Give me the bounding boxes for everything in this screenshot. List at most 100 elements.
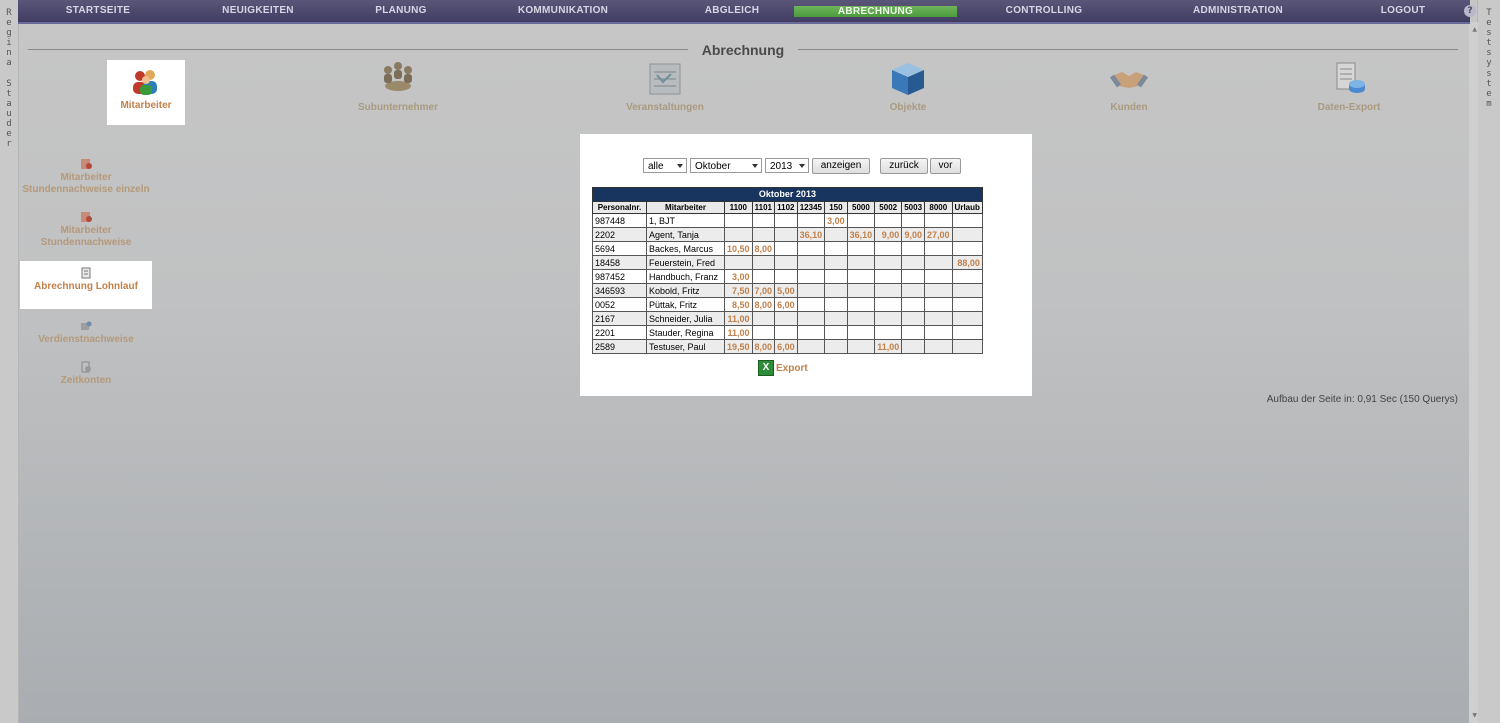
rail-letter: e — [1486, 88, 1492, 99]
rail-letter — [0, 69, 18, 79]
module-label: Objekte — [889, 102, 927, 113]
employee-name-cell: Schneider, Julia — [646, 311, 725, 326]
hours-cell — [951, 283, 983, 298]
hours-cell[interactable]: 11,00 — [874, 339, 903, 354]
hours-cell[interactable]: 8,50 — [724, 297, 753, 312]
module-objekte[interactable]: Objekte — [833, 60, 983, 113]
table-row: 2589 Testuser, Paul 19,50 8,00 6,00 11,00 — [592, 339, 983, 354]
rail-letter: e — [1486, 18, 1492, 29]
nav-startseite[interactable]: STARTSEITE — [38, 0, 158, 22]
hours-cell — [824, 283, 848, 298]
column-header[interactable]: 1100 — [724, 201, 753, 214]
subnav-mitarbeiter-stundennachweise-einzeln[interactable]: Mitarbeiter Stundennachweise einzeln — [20, 155, 152, 200]
hours-cell[interactable]: 3,00 — [824, 213, 848, 228]
hours-cell[interactable]: 88,00 — [951, 255, 983, 270]
month-select[interactable]: Oktober — [690, 158, 762, 173]
nav-abrechnung[interactable]: ABRECHNUNG — [794, 6, 957, 17]
hours-cell[interactable]: 10,50 — [724, 241, 753, 256]
module-daten-export[interactable]: Daten-Export — [1274, 60, 1424, 113]
hours-cell — [874, 269, 903, 284]
column-header[interactable]: 1101 — [751, 201, 776, 214]
hours-cell — [951, 241, 983, 256]
month-select-value: Oktober — [695, 161, 731, 172]
hours-cell — [924, 297, 953, 312]
group-select[interactable]: alle — [643, 158, 687, 173]
column-header[interactable]: 150 — [824, 201, 848, 214]
module-veranstaltungen[interactable]: Veranstaltungen — [590, 60, 740, 113]
rail-letter: i — [6, 38, 12, 49]
column-header[interactable]: 5000 — [846, 201, 876, 214]
module-label: Mitarbeiter — [120, 100, 172, 111]
rail-letter: T — [1486, 8, 1492, 18]
hours-cell — [874, 325, 903, 340]
hours-cell[interactable]: 7,00 — [751, 283, 776, 298]
nav-logout[interactable]: LOGOUT — [1353, 0, 1453, 22]
table-row: 346593 Kobold, Fritz 7,50 7,00 5,00 — [592, 283, 983, 298]
module-subunternehmer[interactable]: Subunternehmer — [323, 60, 473, 113]
column-header[interactable]: Mitarbeiter — [646, 201, 725, 214]
hours-cell — [846, 269, 876, 284]
scroll-down-icon[interactable]: ▼ — [1472, 712, 1477, 719]
hours-cell[interactable]: 9,00 — [874, 227, 903, 242]
column-header[interactable]: Urlaub — [951, 201, 983, 214]
hours-cell — [846, 213, 876, 228]
subnav-verdienstnachweise[interactable]: Verdienstnachweise — [20, 317, 152, 350]
employee-name-cell: Handbuch, Franz — [646, 269, 725, 284]
subnav-zeitkonten[interactable]: Zeitkonten — [20, 358, 152, 391]
vertical-scrollbar[interactable] — [1469, 22, 1478, 723]
column-header[interactable]: 1102 — [774, 201, 798, 214]
hours-cell[interactable]: 11,00 — [724, 311, 753, 326]
column-header[interactable]: 8000 — [924, 201, 953, 214]
hours-cell — [846, 241, 876, 256]
nav-planung[interactable]: PLANUNG — [341, 0, 461, 22]
info-icon[interactable]: ? — [1464, 5, 1476, 17]
nav-neuigkeiten[interactable]: NEUIGKEITEN — [198, 0, 318, 22]
hours-cell — [951, 269, 983, 284]
column-header[interactable]: 5002 — [874, 201, 903, 214]
hours-cell[interactable]: 8,00 — [751, 297, 776, 312]
hours-cell[interactable]: 8,00 — [751, 339, 776, 354]
hours-cell[interactable]: 3,00 — [724, 269, 753, 284]
employee-name-cell: Testuser, Paul — [646, 339, 725, 354]
hours-cell[interactable]: 9,00 — [901, 227, 926, 242]
nav-abgleich[interactable]: ABGLEICH — [672, 0, 792, 22]
subnav-mitarbeiter-stundennachweise[interactable]: Mitarbeiter Stundennachweise — [20, 208, 152, 253]
hours-cell — [874, 241, 903, 256]
scroll-up-icon[interactable]: ▲ — [1472, 26, 1477, 33]
hours-cell — [924, 269, 953, 284]
module-kunden[interactable]: Kunden — [1054, 60, 1204, 113]
column-header[interactable]: 12345 — [796, 201, 826, 214]
hours-cell[interactable]: 36,10 — [796, 227, 826, 242]
hours-cell[interactable]: 6,00 — [774, 297, 798, 312]
hours-cell — [874, 255, 903, 270]
year-select[interactable]: 2013 — [765, 158, 809, 173]
show-button[interactable]: anzeigen — [812, 158, 870, 174]
hours-cell — [846, 255, 876, 270]
subnav-abrechnung-lohnlauf[interactable]: Abrechnung Lohnlauf — [20, 261, 152, 309]
hours-cell[interactable]: 27,00 — [924, 227, 953, 242]
column-header[interactable]: 5003 — [901, 201, 926, 214]
hours-cell — [724, 227, 753, 242]
hours-cell[interactable]: 8,00 — [751, 241, 776, 256]
hours-cell[interactable]: 11,00 — [724, 325, 753, 340]
hours-cell[interactable]: 36,10 — [846, 227, 876, 242]
next-button[interactable]: vor — [930, 158, 961, 174]
cube-icon — [888, 60, 928, 98]
page-build-time: Aufbau der Seite in: 0,91 Sec (150 Query… — [1266, 394, 1458, 405]
nav-controlling[interactable]: CONTROLLING — [984, 0, 1104, 22]
hours-cell[interactable]: 7,50 — [724, 283, 753, 298]
export-link[interactable]: X Export — [758, 360, 808, 376]
back-button[interactable]: zurück — [880, 158, 928, 174]
module-label: Veranstaltungen — [626, 102, 704, 113]
hours-cell — [901, 297, 926, 312]
hours-cell[interactable]: 19,50 — [724, 339, 753, 354]
table-row: 987448 1, BJT 3,00 — [592, 213, 983, 228]
nav-administration[interactable]: ADMINISTRATION — [1173, 0, 1303, 22]
subnav-label: Abrechnung Lohnlauf — [34, 281, 138, 292]
employee-name-cell: 1, BJT — [646, 213, 725, 228]
module-mitarbeiter[interactable]: Mitarbeiter — [107, 60, 185, 125]
nav-kommunikation[interactable]: KOMMUNIKATION — [498, 0, 628, 22]
hours-cell[interactable]: 5,00 — [774, 283, 798, 298]
column-header[interactable]: Personalnr. — [592, 201, 647, 214]
hours-cell[interactable]: 6,00 — [774, 339, 798, 354]
